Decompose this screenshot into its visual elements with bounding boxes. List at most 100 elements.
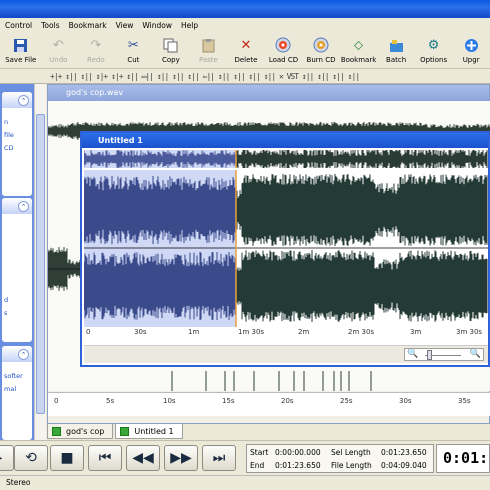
task-item[interactable]: CD: [2, 142, 32, 155]
paste-button[interactable]: Paste: [190, 33, 228, 69]
upgrade-button[interactable]: Upgr: [452, 33, 490, 69]
task-item[interactable]: softer: [2, 362, 32, 383]
task-item[interactable]: file: [2, 129, 32, 142]
menu-bookmark[interactable]: Bookmark: [69, 21, 107, 30]
burn-cd-icon: [312, 36, 330, 54]
task-box-3-header[interactable]: ⌃: [2, 346, 32, 362]
sel-length-value: 0:01:23.650: [381, 448, 427, 457]
batch-button[interactable]: Batch: [377, 33, 415, 69]
task-item[interactable]: n: [2, 108, 32, 129]
start-label: Start: [250, 448, 269, 457]
copy-button[interactable]: Copy: [152, 33, 190, 69]
fast-forward-button[interactable]: ▶▶: [164, 445, 198, 471]
window-title: Untitled 1: [82, 133, 488, 148]
collapse-chevron-icon[interactable]: ⌃: [18, 349, 29, 360]
bookmark-label: Bookmark: [340, 56, 377, 64]
redo-icon: ↷: [90, 37, 102, 53]
gear-icon: ⚙: [427, 37, 440, 53]
waveform-doc-icon: [120, 427, 130, 436]
bookmark-icon: ⬦: [353, 37, 364, 53]
task-item[interactable]: d: [2, 214, 32, 307]
ruler-tick-label: 20s: [281, 397, 294, 405]
scrollbar-thumb[interactable]: [36, 114, 45, 414]
undo-label: Undo: [49, 56, 68, 64]
collapse-chevron-icon[interactable]: ⌃: [18, 95, 29, 106]
ruler-tick-label: 3m 30s: [456, 328, 483, 336]
floppy-icon: [12, 36, 30, 54]
rewind-icon: ◀◀: [132, 450, 154, 466]
skip-forward-icon: ⏭: [212, 450, 226, 466]
collapse-chevron-icon[interactable]: ⌃: [18, 201, 29, 212]
play-button[interactable]: ▶: [0, 445, 14, 471]
undo-icon: ↶: [52, 37, 64, 53]
copy-label: Copy: [162, 56, 180, 64]
end-value: 0:01:23.650: [275, 461, 321, 470]
delete-icon: ✕: [240, 37, 252, 53]
burn-cd-button[interactable]: Burn CD: [302, 33, 340, 69]
stop-button[interactable]: ■: [50, 445, 84, 471]
overview-waveform[interactable]: [84, 150, 488, 168]
task-box-1-header[interactable]: ⌃: [2, 92, 32, 108]
file-length-label: File Length: [331, 461, 372, 470]
tab-gods-cop[interactable]: god's cop: [47, 424, 114, 439]
play-icon: ▶: [0, 450, 2, 466]
go-to-start-button[interactable]: ⏮: [88, 445, 122, 471]
fast-forward-icon: ▶▶: [170, 450, 192, 466]
tab-untitled-1[interactable]: Untitled 1: [115, 424, 183, 439]
rewind-button[interactable]: ◀◀: [126, 445, 160, 471]
bookmark-button[interactable]: ⬦ Bookmark: [340, 33, 378, 69]
load-cd-button[interactable]: Load CD: [265, 33, 303, 69]
load-cd-label: Load CD: [268, 56, 299, 64]
options-label: Options: [420, 56, 448, 64]
task-item[interactable]: s: [2, 307, 32, 320]
document-window-untitled-1[interactable]: Untitled 1 0 30s 1m 1m 30s 2m 2m 30s 3m …: [80, 131, 490, 367]
zoom-slider[interactable]: 🔍 🔍: [404, 348, 484, 361]
window-title: god's cop.wav: [48, 85, 489, 101]
file-length-value: 0:04:09.040: [381, 461, 427, 470]
ruler-tick-label: 2m: [298, 328, 310, 336]
go-to-end-button[interactable]: ⏭: [202, 445, 236, 471]
ruler-tick-label: 10s: [163, 397, 176, 405]
load-cd-icon: [274, 36, 292, 54]
batch-label: Batch: [386, 56, 407, 64]
burn-cd-label: Burn CD: [306, 56, 336, 64]
menu-help[interactable]: Help: [181, 21, 198, 30]
selection-info: Start 0:00:00.000 End 0:01:23.650 Sel Le…: [246, 444, 434, 473]
undo-button[interactable]: ↶ Undo: [40, 33, 78, 69]
cut-button[interactable]: ✂ Cut: [115, 33, 153, 69]
menu-bar: Control Tools Bookmark View Window Help: [0, 18, 490, 33]
paste-label: Paste: [198, 56, 218, 64]
effects-toolbar: +|+ ↕|| ↕|| ↕|+ ↕|+ ↕|| ▭|| ↕|| ↕|| ↕|| …: [0, 69, 490, 84]
ruler-tick-label: 35s: [458, 397, 471, 405]
zoom-in-icon[interactable]: 🔍: [470, 349, 481, 359]
waveform-untitled-1[interactable]: [84, 170, 488, 328]
waveform-doc-icon: [52, 427, 61, 436]
save-file-button[interactable]: Save File: [2, 33, 40, 69]
batch-icon: [387, 36, 405, 54]
ruler-tick-label: 1m: [188, 328, 200, 336]
menu-view[interactable]: View: [116, 21, 134, 30]
skip-back-icon: ⏮: [98, 450, 112, 466]
menu-tools[interactable]: Tools: [41, 21, 59, 30]
paste-icon: [199, 36, 217, 54]
task-item[interactable]: mal: [2, 383, 32, 396]
delete-label: Delete: [234, 56, 258, 64]
zoom-out-icon[interactable]: 🔍: [407, 349, 418, 359]
ruler-tick-label: 0: [86, 328, 91, 336]
end-label: End: [250, 461, 265, 470]
menu-control[interactable]: Control: [5, 21, 32, 30]
ruler-tick-label: 2m 30s: [348, 328, 375, 336]
zoom-thumb[interactable]: [427, 350, 432, 360]
sel-length-label: Sel Length: [331, 448, 371, 457]
delete-button[interactable]: ✕ Delete: [227, 33, 265, 69]
horizontal-scrollbar[interactable]: 🔍 🔍: [84, 345, 488, 363]
redo-button[interactable]: ↷ Redo: [77, 33, 115, 69]
window-titlebar: [0, 0, 490, 18]
side-panel-scrollbar[interactable]: [34, 84, 46, 440]
task-box-2-header[interactable]: ⌃: [2, 198, 32, 214]
options-button[interactable]: ⚙ Options: [415, 33, 453, 69]
loop-button[interactable]: ⟲: [14, 445, 48, 471]
redo-label: Redo: [87, 56, 105, 64]
menu-window[interactable]: Window: [142, 21, 172, 30]
main-toolbar: Save File ↶ Undo ↷ Redo ✂ Cut Copy Paste…: [0, 33, 490, 69]
